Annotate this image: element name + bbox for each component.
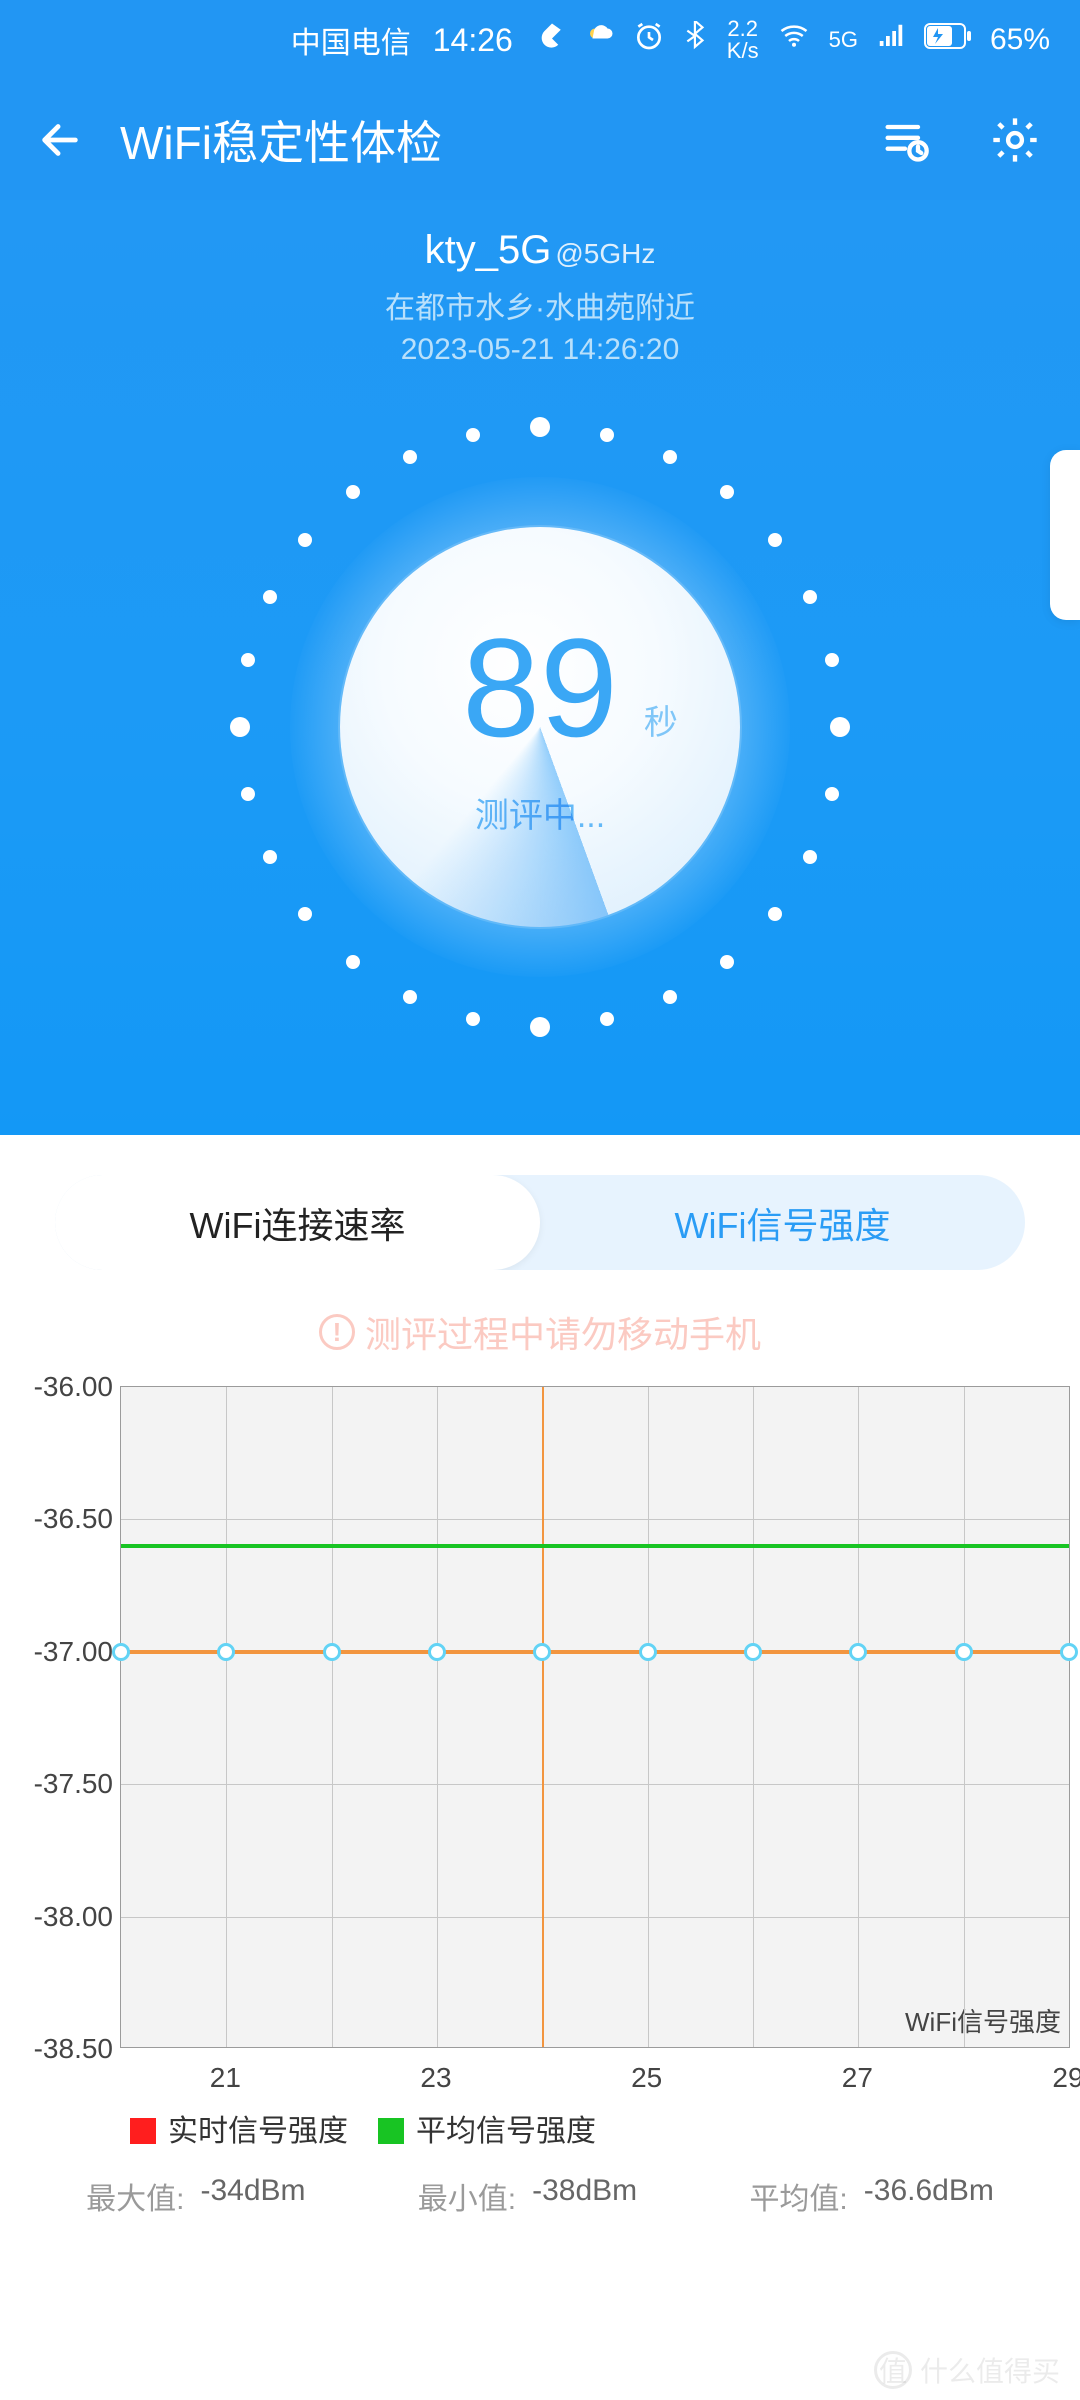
warning-banner: ! 测评过程中请勿移动手机 (0, 1306, 1080, 1358)
avg-line (121, 1544, 1069, 1548)
chart-legend: 实时信号强度 平均信号强度 (130, 2106, 596, 2150)
chart-cursor (542, 1387, 544, 2047)
legend-swatch-average (378, 2118, 404, 2144)
hero-panel: kty_5G@5GHz 在都市水乡·水曲苑附近 2023-05-21 14:26… (0, 200, 1080, 1135)
tab-signal-strength[interactable]: WiFi信号强度 (540, 1175, 1025, 1270)
x-tick-label: 25 (631, 2062, 662, 2094)
stat-max: 最大值: -34dBm (86, 2174, 305, 2218)
legend-label-average: 平均信号强度 (416, 2115, 596, 2148)
countdown-value: 89 (462, 609, 618, 766)
ssid-name: kty_5G (425, 228, 552, 272)
side-drawer-handle[interactable] (1050, 450, 1080, 620)
tab-link-rate[interactable]: WiFi连接速率 (55, 1175, 540, 1270)
ssid-row: kty_5G@5GHz (425, 228, 656, 273)
warning-text: 测评过程中请勿移动手机 (365, 1306, 761, 1358)
timestamp: 2023-05-21 14:26:20 (401, 333, 680, 367)
y-tick-label: -36.50 (3, 1503, 113, 1535)
data-marker (639, 1643, 657, 1661)
stat-min-value: -38dBm (532, 2174, 637, 2218)
settings-button[interactable] (980, 105, 1050, 175)
signal-chart[interactable]: WiFi信号强度 -36.00-36.50-37.00-37.50-38.00-… (0, 1386, 1080, 2166)
stat-max-label: 最大值: (86, 2174, 184, 2218)
countdown-gauge: 89 秒 测评中... (220, 407, 860, 1047)
data-marker (323, 1643, 341, 1661)
page-title: WiFi稳定性体检 (120, 107, 830, 173)
x-tick-label: 21 (210, 2062, 241, 2094)
chart-axis-tag: WiFi信号强度 (905, 2002, 1061, 2039)
weather-icon (585, 21, 615, 59)
stat-min: 最小值: -38dBm (418, 2174, 637, 2218)
legend-label-realtime: 实时信号强度 (168, 2115, 348, 2148)
watermark-text: 什么值得买 (920, 2350, 1060, 2390)
y-tick-label: -38.50 (3, 2033, 113, 2065)
chart-plot-area[interactable]: WiFi信号强度 -36.00-36.50-37.00-37.50-38.00-… (120, 1386, 1070, 2048)
data-marker (428, 1643, 446, 1661)
gauge-status: 测评中... (475, 788, 605, 837)
back-button[interactable] (30, 110, 90, 170)
status-bar: 中国电信 14:26 2.2 K/s 5G 65% (0, 0, 1080, 80)
signal-icon (876, 21, 906, 59)
bluetooth-icon (683, 21, 709, 59)
stat-min-label: 最小值: (418, 2174, 516, 2218)
data-marker (1060, 1643, 1078, 1661)
realtime-line (121, 1650, 1069, 1654)
countdown-unit: 秒 (644, 695, 678, 744)
stats-row: 最大值: -34dBm 最小值: -38dBm 平均值: -36.6dBm (0, 2174, 1080, 2218)
alarm-icon (633, 20, 665, 60)
data-marker (744, 1643, 762, 1661)
net-rate-unit: K/s (727, 40, 759, 62)
x-tick-label: 27 (842, 2062, 873, 2094)
net-type: 5G (829, 29, 858, 51)
data-marker (533, 1643, 551, 1661)
status-time: 14:26 (433, 22, 513, 59)
y-tick-label: -36.00 (3, 1371, 113, 1403)
stat-avg-label: 平均值: (749, 2174, 847, 2218)
battery-icon (924, 23, 972, 57)
stat-max-value: -34dBm (200, 2174, 305, 2218)
watermark-icon: 值 (874, 2351, 912, 2389)
y-tick-label: -38.00 (3, 1901, 113, 1933)
battery-percent: 65% (990, 23, 1050, 57)
watermark: 值 什么值得买 (874, 2350, 1060, 2390)
y-tick-label: -37.50 (3, 1768, 113, 1800)
stat-avg: 平均值: -36.6dBm (749, 2174, 993, 2218)
wifi-icon (777, 21, 811, 59)
history-button[interactable] (870, 105, 940, 175)
location-line: 在都市水乡·水曲苑附近 (385, 283, 695, 327)
legend-swatch-realtime (130, 2118, 156, 2144)
data-marker (217, 1643, 235, 1661)
gauge-core: 89 秒 测评中... (340, 527, 740, 927)
y-tick-label: -37.00 (3, 1636, 113, 1668)
ssid-freq: @5GHz (555, 238, 655, 269)
data-marker (112, 1643, 130, 1661)
carrier-label: 中国电信 (291, 18, 411, 62)
metric-tabs: WiFi连接速率 WiFi信号强度 (55, 1175, 1025, 1270)
data-marker (849, 1643, 867, 1661)
legend-item-average: 平均信号强度 (378, 2106, 596, 2150)
stat-avg-value: -36.6dBm (864, 2174, 994, 2218)
legend-item-realtime: 实时信号强度 (130, 2106, 348, 2150)
app-bar: WiFi稳定性体检 (0, 80, 1080, 200)
warning-icon: ! (319, 1314, 355, 1350)
net-rate-value: 2.2 (727, 18, 758, 40)
x-tick-label: 29 (1052, 2062, 1080, 2094)
data-marker (955, 1643, 973, 1661)
x-tick-label: 23 (420, 2062, 451, 2094)
net-rate: 2.2 K/s (727, 18, 759, 62)
leaf-icon (537, 21, 567, 59)
